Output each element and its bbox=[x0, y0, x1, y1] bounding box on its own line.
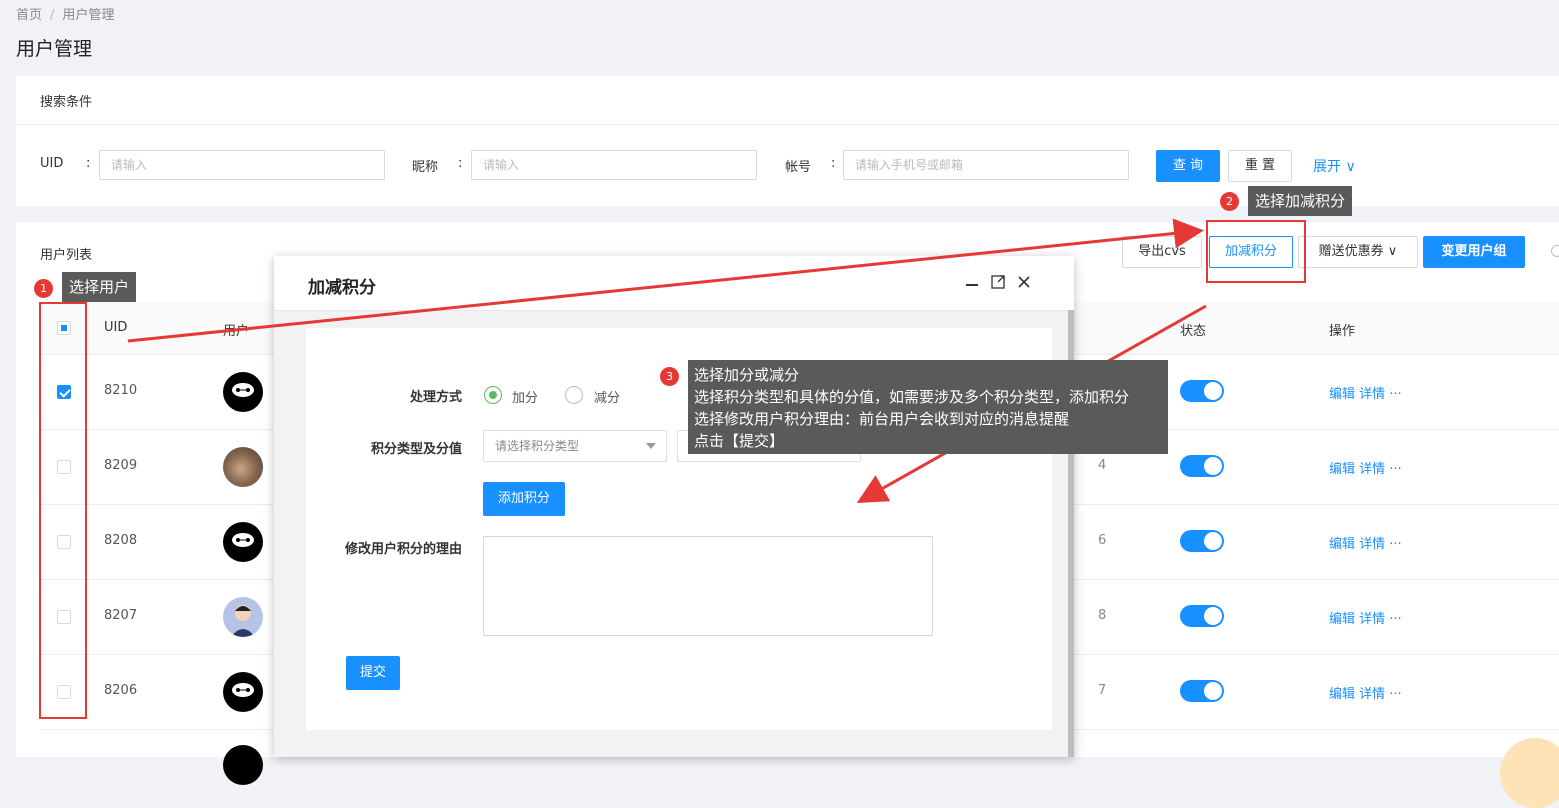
uid-colon: : bbox=[86, 156, 91, 171]
status-toggle[interactable] bbox=[1180, 605, 1224, 627]
floating-widget[interactable] bbox=[1500, 738, 1559, 808]
status-toggle[interactable] bbox=[1180, 455, 1224, 477]
row-partial-value: 6 bbox=[1098, 533, 1107, 548]
uid-label: UID bbox=[40, 156, 64, 171]
page-title: 用户管理 bbox=[16, 38, 93, 60]
highlight-points-button bbox=[1206, 220, 1306, 283]
nickname-label: 昵称 bbox=[412, 160, 439, 175]
add-points-radio[interactable] bbox=[484, 386, 502, 404]
breadcrumb: 首页 / 用户管理 bbox=[16, 4, 114, 23]
export-csv-button[interactable]: 导出cvs bbox=[1122, 236, 1202, 268]
search-panel-header: 搜索条件 bbox=[16, 76, 1559, 125]
expand-toggle[interactable]: 展开 ∨ bbox=[1313, 156, 1356, 176]
instruction-line-1: 选择加分或减分 bbox=[694, 366, 800, 384]
caret-down-icon bbox=[646, 443, 656, 449]
user-list-title: 用户列表 bbox=[40, 248, 93, 263]
add-points-label[interactable]: 加分 bbox=[512, 387, 538, 406]
row-uid: 8210 bbox=[104, 383, 138, 398]
avatar bbox=[223, 745, 263, 785]
points-type-label: 积分类型及分值 bbox=[370, 442, 462, 457]
column-actions: 操作 bbox=[1329, 324, 1356, 339]
step-badge-3: 3 bbox=[660, 367, 679, 386]
cartoon-person-icon bbox=[231, 605, 255, 637]
row-actions[interactable]: 编辑 详情 ··· bbox=[1329, 608, 1402, 627]
avatar bbox=[223, 522, 263, 562]
submit-button[interactable]: 提交 bbox=[346, 656, 400, 690]
column-status: 状态 bbox=[1180, 324, 1207, 339]
baymax-icon bbox=[232, 533, 254, 547]
highlight-checkbox-column bbox=[39, 302, 87, 719]
avatar bbox=[223, 597, 263, 637]
tooltip-instructions: 选择加分或减分 选择积分类型和具体的分值，如需要涉及多个积分类型，添加积分 选择… bbox=[688, 360, 1168, 454]
add-points-type-button[interactable]: 添加积分 bbox=[483, 482, 565, 516]
baymax-icon bbox=[232, 683, 254, 697]
modal-title: 加减积分 bbox=[308, 278, 376, 298]
row-uid: 8208 bbox=[104, 533, 138, 548]
points-type-placeholder: 请选择积分类型 bbox=[495, 439, 580, 453]
method-label: 处理方式 bbox=[409, 390, 462, 405]
column-uid: UID bbox=[104, 320, 128, 335]
status-toggle[interactable] bbox=[1180, 380, 1224, 402]
search-panel-title: 搜索条件 bbox=[40, 95, 93, 110]
avatar bbox=[223, 672, 263, 712]
instruction-line-4: 点击【提交】 bbox=[694, 432, 785, 450]
row-actions[interactable]: 编辑 详情 ··· bbox=[1329, 683, 1402, 702]
row-actions[interactable]: 编辑 详情 ··· bbox=[1329, 383, 1402, 402]
row-uid: 8207 bbox=[104, 608, 138, 623]
maximize-icon[interactable] bbox=[990, 274, 1006, 290]
baymax-icon bbox=[232, 383, 254, 397]
uid-input[interactable] bbox=[99, 150, 385, 180]
row-uid: 8206 bbox=[104, 683, 138, 698]
tooltip-select-user: 选择用户 bbox=[62, 272, 137, 302]
tooltip-select-points: 选择加减积分 bbox=[1248, 186, 1353, 216]
step-badge-1: 1 bbox=[34, 279, 53, 298]
account-label: 帐号 bbox=[785, 160, 812, 175]
instruction-line-3: 选择修改用户积分理由：前台用户会收到对应的消息提醒 bbox=[694, 410, 1070, 428]
breadcrumb-home[interactable]: 首页 bbox=[16, 8, 42, 23]
subtract-points-label[interactable]: 减分 bbox=[594, 387, 620, 406]
account-colon: : bbox=[831, 156, 836, 171]
close-icon[interactable] bbox=[1016, 274, 1032, 290]
modal-header: 加减积分 bbox=[274, 256, 1074, 311]
avatar bbox=[223, 447, 263, 487]
row-partial-value: 7 bbox=[1098, 683, 1107, 698]
step-badge-2: 2 bbox=[1220, 192, 1239, 211]
points-type-select[interactable]: 请选择积分类型 bbox=[483, 430, 667, 462]
reason-label: 修改用户积分的理由 bbox=[344, 542, 462, 557]
nickname-input[interactable] bbox=[471, 150, 757, 180]
query-button[interactable]: 查 询 bbox=[1156, 150, 1220, 182]
row-partial-value: 8 bbox=[1098, 608, 1107, 623]
settings-icon[interactable] bbox=[1551, 245, 1559, 257]
adjust-points-modal: 加减积分 处理方式 加分 减分 积分类型及分值 请选择积分类型 添加积分 修改用… bbox=[274, 256, 1074, 757]
status-toggle[interactable] bbox=[1180, 530, 1224, 552]
change-user-group-button[interactable]: 变更用户组 bbox=[1423, 236, 1525, 268]
avatar bbox=[223, 372, 263, 412]
status-toggle[interactable] bbox=[1180, 680, 1224, 702]
column-user: 用户 bbox=[223, 324, 250, 339]
subtract-points-radio[interactable] bbox=[565, 386, 583, 404]
account-input[interactable] bbox=[843, 150, 1129, 180]
breadcrumb-separator: / bbox=[50, 8, 55, 23]
breadcrumb-current: 用户管理 bbox=[62, 8, 115, 23]
row-actions[interactable]: 编辑 详情 ··· bbox=[1329, 458, 1402, 477]
row-actions[interactable]: 编辑 详情 ··· bbox=[1329, 533, 1402, 552]
row-partial-value: 4 bbox=[1098, 458, 1107, 473]
instruction-line-2: 选择积分类型和具体的分值，如需要涉及多个积分类型，添加积分 bbox=[694, 388, 1130, 406]
reset-button[interactable]: 重 置 bbox=[1228, 150, 1292, 182]
row-uid: 8209 bbox=[104, 458, 138, 473]
nickname-colon: : bbox=[458, 156, 463, 171]
reason-textarea[interactable] bbox=[483, 536, 933, 636]
gift-coupon-dropdown[interactable]: 赠送优惠券 ∨ bbox=[1298, 236, 1418, 268]
minimize-icon[interactable] bbox=[964, 276, 980, 292]
